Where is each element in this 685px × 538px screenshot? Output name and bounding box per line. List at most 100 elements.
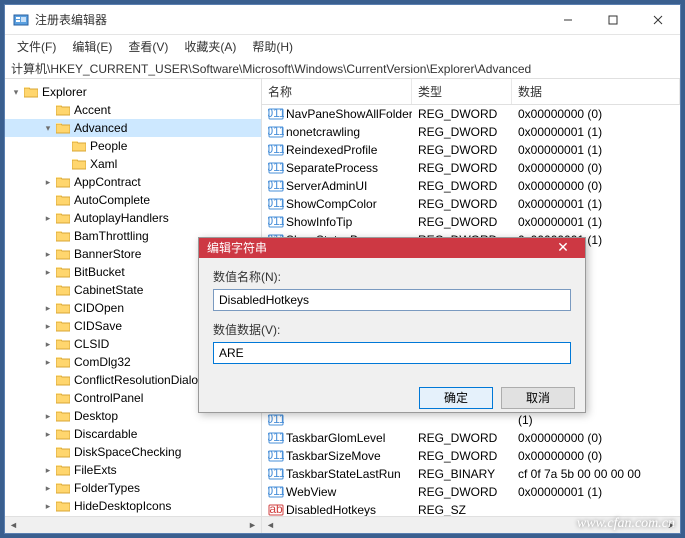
tree-item[interactable]: ▾Explorer xyxy=(5,83,261,101)
table-row[interactable]: 011ShowInfoTipREG_DWORD0x00000001 (1) xyxy=(262,213,680,231)
value-name-input[interactable] xyxy=(213,289,571,311)
folder-icon xyxy=(55,481,71,495)
tree-item[interactable]: ▸HideDesktopIcons xyxy=(5,497,261,515)
value-type: REG_DWORD xyxy=(412,107,512,121)
table-row[interactable]: 011TaskbarStateLastRunREG_BINARYcf 0f 7a… xyxy=(262,465,680,483)
expand-icon[interactable]: ▸ xyxy=(41,465,55,476)
scroll-left-button[interactable]: ◄ xyxy=(262,517,279,533)
table-row[interactable]: 011nonetcrawlingREG_DWORD0x00000001 (1) xyxy=(262,123,680,141)
tree-item[interactable]: Accent xyxy=(5,101,261,119)
tree-item[interactable]: ▸Discardable xyxy=(5,425,261,443)
value-name: ShowInfoTip xyxy=(286,215,352,229)
tree-item[interactable]: ▸ AppContract xyxy=(5,173,261,191)
value-data-input[interactable] xyxy=(213,342,571,364)
folder-icon xyxy=(71,139,87,153)
table-row[interactable]: 011SeparateProcessREG_DWORD0x00000000 (0… xyxy=(262,159,680,177)
string-value-icon: ab xyxy=(268,503,284,516)
expand-icon[interactable]: ▸ xyxy=(41,429,55,440)
svg-text:011: 011 xyxy=(268,179,284,192)
svg-text:011: 011 xyxy=(268,413,284,426)
tree-item[interactable]: Xaml xyxy=(5,155,261,173)
maximize-button[interactable] xyxy=(590,5,635,34)
dialog-title-text: 编辑字符串 xyxy=(207,239,549,256)
column-type[interactable]: 类型 xyxy=(412,79,512,104)
dialog-close-button[interactable]: ✕ xyxy=(549,239,577,256)
expand-icon[interactable]: ▸ xyxy=(41,501,55,512)
tree-item[interactable]: ▸FolderTypes xyxy=(5,479,261,497)
svg-text:011: 011 xyxy=(268,449,284,462)
svg-text:ab: ab xyxy=(269,503,283,516)
tree-item[interactable]: ▸FileExts xyxy=(5,461,261,479)
table-row[interactable]: 011TaskbarGlomLevelREG_DWORD0x00000000 (… xyxy=(262,429,680,447)
expand-icon[interactable]: ▸ xyxy=(41,483,55,494)
expand-icon[interactable]: ▸ xyxy=(41,267,55,278)
value-type: REG_DWORD xyxy=(412,215,512,229)
expand-icon[interactable]: ▸ xyxy=(41,177,55,188)
value-data: 0x00000000 (0) xyxy=(512,161,680,175)
address-bar[interactable]: 计算机\HKEY_CURRENT_USER\Software\Microsoft… xyxy=(5,57,680,79)
ok-button[interactable]: 确定 xyxy=(419,387,493,409)
table-row[interactable]: 011WebViewREG_DWORD0x00000001 (1) xyxy=(262,483,680,501)
binary-value-icon: 011 xyxy=(268,485,284,499)
expand-icon[interactable]: ▸ xyxy=(41,411,55,422)
scroll-left-button[interactable]: ◄ xyxy=(5,517,22,533)
value-type: REG_DWORD xyxy=(412,143,512,157)
table-row[interactable]: 011ReindexedProfileREG_DWORD0x00000001 (… xyxy=(262,141,680,159)
binary-value-icon: 011 xyxy=(268,449,284,463)
expand-icon[interactable]: ▸ xyxy=(41,321,55,332)
column-data[interactable]: 数据 xyxy=(512,79,680,104)
svg-text:011: 011 xyxy=(268,431,284,444)
dialog-titlebar[interactable]: 编辑字符串 ✕ xyxy=(199,238,585,258)
column-name[interactable]: 名称 xyxy=(262,79,412,104)
tree-item-label: Accent xyxy=(74,103,111,117)
tree-item-label: ConflictResolutionDialog xyxy=(74,373,205,387)
minimize-button[interactable] xyxy=(545,5,590,34)
tree-item[interactable]: ▾Advanced xyxy=(5,119,261,137)
expand-icon[interactable]: ▸ xyxy=(41,357,55,368)
close-button[interactable] xyxy=(635,5,680,34)
binary-value-icon: 011 xyxy=(268,161,284,175)
menu-edit[interactable]: 编辑(E) xyxy=(64,36,120,57)
expand-icon[interactable]: ▸ xyxy=(41,213,55,224)
value-type: REG_DWORD xyxy=(412,125,512,139)
folder-icon xyxy=(55,265,71,279)
expand-icon[interactable]: ▸ xyxy=(41,339,55,350)
value-name: TaskbarGlomLevel xyxy=(286,431,385,445)
table-row[interactable]: 011ServerAdminUIREG_DWORD0x00000000 (0) xyxy=(262,177,680,195)
table-row[interactable]: 011ShowCompColorREG_DWORD0x00000001 (1) xyxy=(262,195,680,213)
folder-icon xyxy=(55,373,71,387)
tree-item[interactable]: ▸AutoplayHandlers xyxy=(5,209,261,227)
binary-value-icon: 011 xyxy=(268,179,284,193)
expand-icon[interactable]: ▾ xyxy=(9,87,23,98)
value-data: 0x00000001 (1) xyxy=(512,485,680,499)
folder-icon xyxy=(55,211,71,225)
tree-item[interactable]: DiskSpaceChecking xyxy=(5,443,261,461)
table-row[interactable]: abDisabledHotkeysREG_SZ xyxy=(262,501,680,516)
table-row[interactable]: 011TaskbarSizeMoveREG_DWORD0x00000000 (0… xyxy=(262,447,680,465)
cancel-button[interactable]: 取消 xyxy=(501,387,575,409)
menu-file[interactable]: 文件(F) xyxy=(9,36,64,57)
tree-item-label: DiskSpaceChecking xyxy=(74,445,181,459)
list-header: 名称 类型 数据 xyxy=(262,79,680,105)
menu-favorites[interactable]: 收藏夹(A) xyxy=(176,36,244,57)
expand-icon[interactable]: ▸ xyxy=(41,249,55,260)
menu-view[interactable]: 查看(V) xyxy=(120,36,176,57)
value-type: REG_DWORD xyxy=(412,449,512,463)
scroll-track[interactable] xyxy=(22,517,244,533)
expand-icon[interactable]: ▸ xyxy=(41,303,55,314)
table-row[interactable]: 011(1) xyxy=(262,411,680,429)
expand-icon[interactable]: ▾ xyxy=(41,123,55,134)
tree-item[interactable]: AutoComplete xyxy=(5,191,261,209)
menu-help[interactable]: 帮助(H) xyxy=(244,36,301,57)
scroll-right-button[interactable]: ► xyxy=(244,517,261,533)
svg-text:011: 011 xyxy=(268,143,284,156)
table-row[interactable]: 011NavPaneShowAllFoldersREG_DWORD0x00000… xyxy=(262,105,680,123)
binary-value-icon: 011 xyxy=(268,143,284,157)
tree-item-label: AppContract xyxy=(74,175,141,189)
tree-item-label: CabinetState xyxy=(74,283,143,297)
value-data: 0x00000000 (0) xyxy=(512,107,680,121)
value-type: REG_DWORD xyxy=(412,179,512,193)
tree-item[interactable]: People xyxy=(5,137,261,155)
value-type: REG_DWORD xyxy=(412,161,512,175)
window-title: 注册表编辑器 xyxy=(35,11,545,28)
